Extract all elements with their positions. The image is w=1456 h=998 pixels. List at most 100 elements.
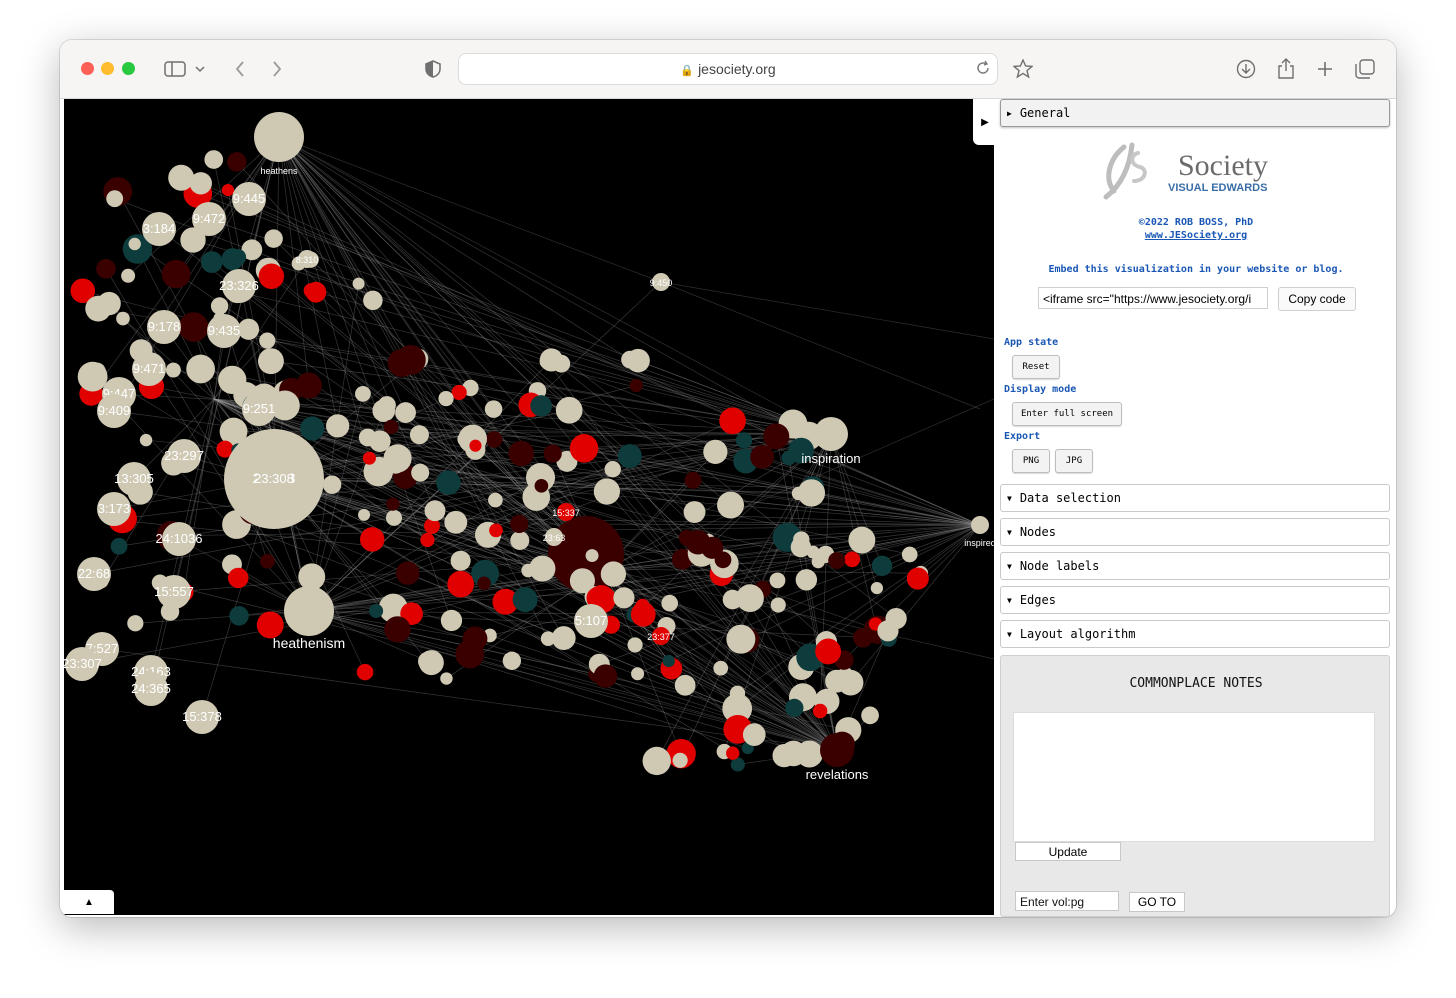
graph-node[interactable]: [387, 349, 416, 377]
section-node-labels[interactable]: ▼ Node labels: [1000, 552, 1390, 580]
graph-node[interactable]: [383, 444, 412, 473]
graph-node[interactable]: [719, 407, 746, 435]
graph-node[interactable]: [837, 669, 864, 696]
graph-node[interactable]: [165, 362, 181, 378]
graph-node[interactable]: [260, 553, 275, 569]
graph-node[interactable]: [797, 479, 826, 507]
graph-node[interactable]: [210, 297, 229, 315]
notes-textarea[interactable]: [1013, 712, 1375, 842]
embed-code-field[interactable]: <iframe src="https://www.jesociety.org/i: [1038, 287, 1268, 309]
graph-node[interactable]: [871, 555, 893, 577]
graph-node[interactable]: [510, 514, 529, 534]
graph-node[interactable]: [426, 506, 441, 521]
graph-node[interactable]: [540, 631, 556, 646]
graph-node[interactable]: [384, 616, 411, 643]
graph-node[interactable]: [742, 723, 766, 746]
graph-node[interactable]: [529, 555, 556, 582]
graph-node[interactable]: [395, 561, 420, 585]
graph-node[interactable]: [604, 461, 621, 478]
graph-node[interactable]: [411, 463, 430, 482]
graph-node[interactable]: [264, 229, 283, 248]
graph-node[interactable]: [440, 609, 463, 632]
graph-node[interactable]: [629, 378, 643, 393]
graph-node[interactable]: [369, 603, 384, 619]
graph-node[interactable]: [769, 572, 786, 589]
share-icon[interactable]: [1273, 56, 1299, 82]
graph-node[interactable]: [303, 283, 319, 299]
graph-node[interactable]: [770, 597, 786, 613]
graph-node[interactable]: [189, 172, 212, 195]
section-edges[interactable]: ▼ Edges: [1000, 586, 1390, 614]
graph-node[interactable]: [661, 594, 678, 612]
graph-node[interactable]: [229, 249, 247, 266]
graph-node[interactable]: [477, 576, 491, 591]
graph-node[interactable]: [678, 529, 695, 546]
section-nodes[interactable]: ▼ Nodes: [1000, 518, 1390, 546]
graph-node[interactable]: [750, 444, 775, 469]
graph-node[interactable]: [110, 537, 128, 555]
graph-node[interactable]: [254, 112, 304, 162]
graph-node[interactable]: [204, 150, 224, 169]
graph-node[interactable]: [812, 703, 828, 719]
graph-node[interactable]: [689, 508, 703, 522]
chevron-down-icon[interactable]: [191, 56, 209, 82]
graph-node[interactable]: [906, 567, 929, 590]
graph-node[interactable]: [258, 263, 285, 290]
graph-node[interactable]: [722, 589, 743, 610]
graph-node[interactable]: [139, 433, 153, 447]
graph-node[interactable]: [161, 259, 191, 289]
graph-node[interactable]: [844, 551, 861, 568]
close-window-button[interactable]: [81, 62, 94, 75]
graph-node[interactable]: [785, 698, 804, 718]
downloads-icon[interactable]: [1233, 56, 1259, 82]
graph-node[interactable]: [814, 417, 848, 451]
graph-node[interactable]: [815, 638, 842, 665]
graph-node[interactable]: [848, 526, 876, 554]
graph-node[interactable]: [585, 549, 599, 563]
graph-node[interactable]: [489, 523, 503, 538]
graph-node[interactable]: [447, 570, 475, 598]
graph-node[interactable]: [510, 530, 530, 550]
graph-node[interactable]: [440, 672, 453, 685]
graph-node[interactable]: [613, 587, 635, 609]
collapse-panel-button[interactable]: ▶: [973, 99, 994, 145]
section-data-selection[interactable]: ▼ Data selection: [1000, 484, 1390, 512]
graph-node[interactable]: [128, 237, 141, 251]
sidebar-toggle-icon[interactable]: [162, 56, 188, 82]
graph-node[interactable]: [259, 332, 276, 349]
graph-node[interactable]: [386, 497, 400, 511]
graph-node[interactable]: [200, 251, 223, 273]
graph-node[interactable]: [703, 439, 728, 464]
graph-node[interactable]: [555, 396, 583, 424]
graph-node[interactable]: [96, 258, 116, 279]
graph-node[interactable]: [385, 509, 403, 526]
graph-node[interactable]: [355, 385, 371, 402]
graph-node[interactable]: [444, 510, 468, 534]
graph-node[interactable]: [901, 546, 918, 563]
graph-node[interactable]: [971, 516, 989, 534]
graph-node[interactable]: [227, 152, 247, 172]
graph-node[interactable]: [284, 586, 334, 636]
new-tab-plus-icon[interactable]: [1312, 56, 1338, 82]
privacy-shield-icon[interactable]: [420, 56, 446, 82]
graph-node[interactable]: [186, 354, 215, 384]
graph-node[interactable]: [539, 348, 563, 372]
address-bar[interactable]: 🔒 jesociety.org: [458, 53, 998, 85]
graph-node[interactable]: [701, 536, 724, 559]
graph-node[interactable]: [418, 651, 438, 671]
graph-node[interactable]: [735, 432, 753, 449]
graph-node[interactable]: [322, 475, 342, 494]
graph-node[interactable]: [326, 414, 350, 438]
graph-node[interactable]: [127, 615, 144, 632]
graph-node[interactable]: [626, 348, 650, 373]
graph-node[interactable]: [218, 365, 247, 395]
graph-node[interactable]: [627, 637, 643, 653]
graph-node[interactable]: [359, 527, 385, 552]
graph-node[interactable]: [451, 384, 467, 401]
minimize-window-button[interactable]: [101, 62, 114, 75]
graph-node[interactable]: [795, 569, 818, 591]
graph-node[interactable]: [600, 561, 627, 587]
graph-node[interactable]: [409, 425, 429, 445]
graph-node[interactable]: [530, 395, 552, 417]
graph-node[interactable]: [502, 651, 522, 670]
